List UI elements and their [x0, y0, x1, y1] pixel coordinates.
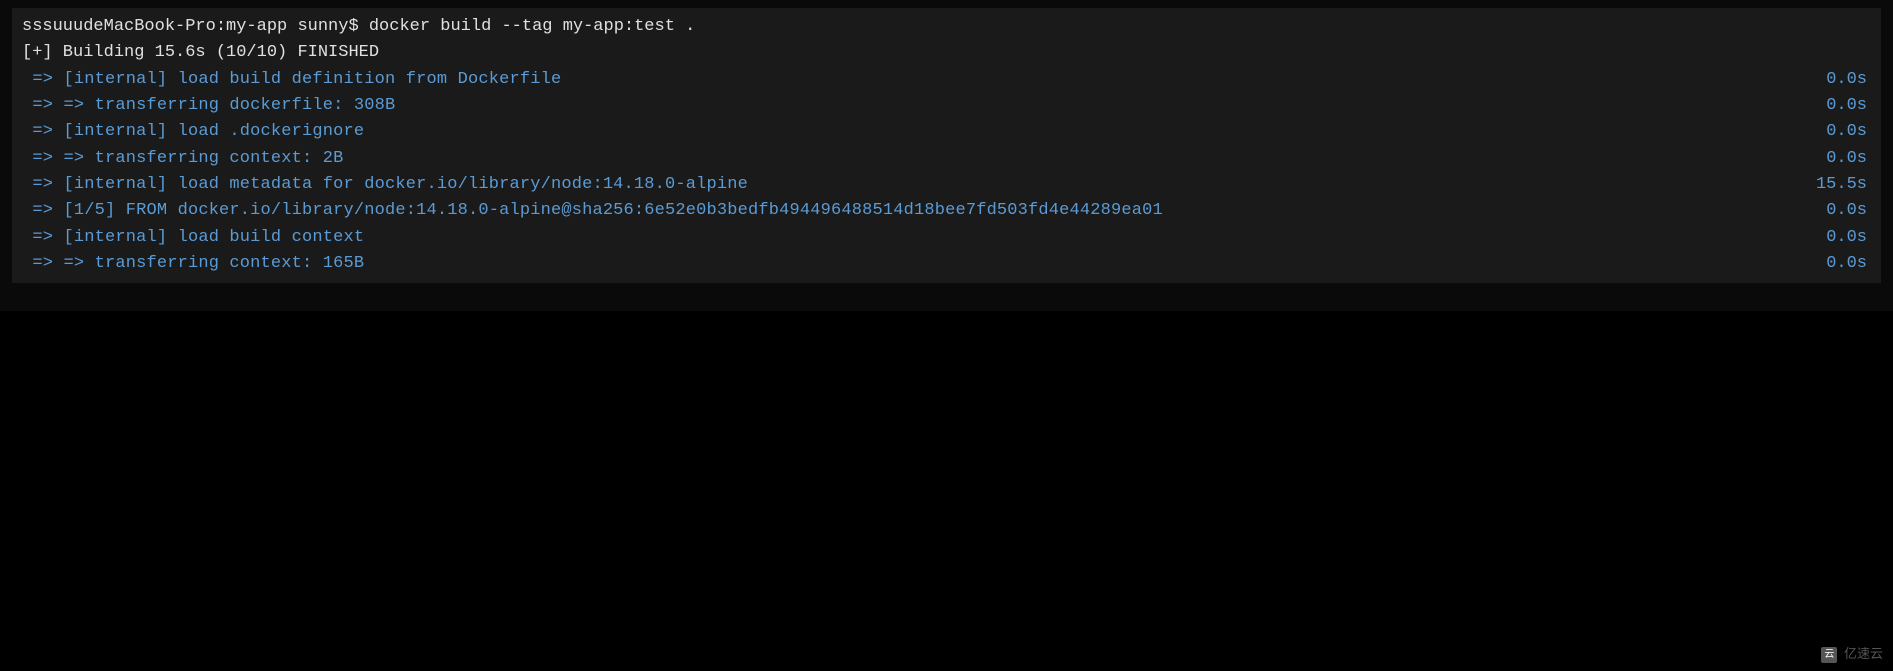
bottom-area [0, 311, 1893, 671]
build-line-0: => [internal] load build definition from… [22, 67, 1871, 93]
terminal-content: sssuuudeMacBook-Pro:my-app sunny$ docker… [12, 8, 1881, 283]
build-line-2-text: => [internal] load .dockerignore [22, 119, 364, 145]
prompt-line: sssuuudeMacBook-Pro:my-app sunny$ docker… [22, 14, 1871, 40]
build-line-7: => => transferring context: 165B 0.0s [22, 251, 1871, 277]
build-line-6-text: => [internal] load build context [22, 225, 364, 251]
terminal-window: sssuuudeMacBook-Pro:my-app sunny$ docker… [0, 0, 1893, 671]
build-line-3-text: => => transferring context: 2B [22, 146, 344, 172]
build-line-2: => [internal] load .dockerignore 0.0s [22, 119, 1871, 145]
build-line-1: => => transferring dockerfile: 308B 0.0s [22, 93, 1871, 119]
build-line-7-time: 0.0s [1811, 251, 1871, 277]
build-line-0-text: => [internal] load build definition from… [22, 67, 561, 93]
prompt-text: sssuuudeMacBook-Pro:my-app sunny$ docker… [22, 14, 695, 40]
watermark: 云 亿速云 [1821, 643, 1883, 663]
build-line-0-time: 0.0s [1811, 67, 1871, 93]
build-line-6: => [internal] load build context 0.0s [22, 225, 1871, 251]
build-line-1-time: 0.0s [1811, 93, 1871, 119]
build-line-4-time: 15.5s [1811, 172, 1871, 198]
watermark-text: 亿速云 [1844, 646, 1883, 661]
build-line-5-text: => [1/5] FROM docker.io/library/node:14.… [22, 198, 1163, 224]
watermark-icon: 云 [1821, 647, 1837, 663]
build-line-7-text: => => transferring context: 165B [22, 251, 364, 277]
build-line-3: => => transferring context: 2B 0.0s [22, 146, 1871, 172]
build-line-5-time: 0.0s [1811, 198, 1871, 224]
build-line-1-text: => => transferring dockerfile: 308B [22, 93, 395, 119]
build-line-3-time: 0.0s [1811, 146, 1871, 172]
build-status-line: [+] Building 15.6s (10/10) FINISHED [22, 40, 1871, 66]
build-line-4: => [internal] load metadata for docker.i… [22, 172, 1871, 198]
build-status-text: [+] Building 15.6s (10/10) FINISHED [22, 40, 379, 66]
build-line-5: => [1/5] FROM docker.io/library/node:14.… [22, 198, 1871, 224]
build-line-4-text: => [internal] load metadata for docker.i… [22, 172, 748, 198]
build-line-6-time: 0.0s [1811, 225, 1871, 251]
build-line-2-time: 0.0s [1811, 119, 1871, 145]
